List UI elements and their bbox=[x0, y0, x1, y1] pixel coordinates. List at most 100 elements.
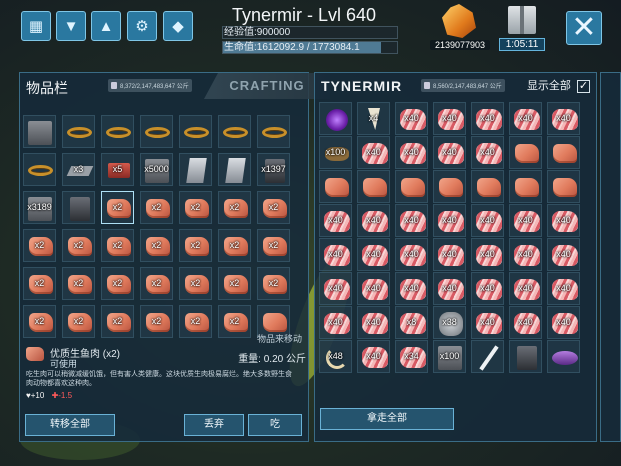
inventory-slot[interactable]: x40 bbox=[357, 306, 390, 339]
inventory-slot[interactable]: x40 bbox=[471, 136, 504, 169]
tab-crafting[interactable]: CRAFTING bbox=[204, 73, 330, 99]
inventory-slot[interactable] bbox=[101, 115, 134, 148]
inventory-slot[interactable] bbox=[509, 170, 542, 203]
inventory-slot[interactable]: x2 bbox=[140, 305, 173, 338]
inventory-slot[interactable]: x48 bbox=[319, 340, 352, 373]
inventory-slot[interactable]: x2 bbox=[62, 267, 95, 300]
inventory-slot[interactable] bbox=[62, 191, 95, 224]
inventory-slot[interactable]: x40 bbox=[433, 102, 466, 135]
inventory-slot[interactable]: x2 bbox=[62, 305, 95, 338]
inventory-slot[interactable] bbox=[547, 170, 580, 203]
inventory-slot[interactable]: x2 bbox=[218, 305, 251, 338]
inventory-slot[interactable] bbox=[471, 170, 504, 203]
inventory-slot[interactable]: x1397 bbox=[257, 153, 290, 186]
backpack-icon[interactable]: ▦ bbox=[21, 11, 51, 41]
inventory-slot[interactable]: x2 bbox=[23, 229, 56, 262]
inventory-slot[interactable]: x40 bbox=[547, 238, 580, 271]
inventory-slot[interactable]: x34 bbox=[395, 340, 428, 373]
inventory-slot[interactable] bbox=[140, 115, 173, 148]
inventory-slot[interactable]: x40 bbox=[471, 272, 504, 305]
gift-reward[interactable]: 1:05:11 bbox=[499, 4, 545, 54]
inventory-slot[interactable]: x40 bbox=[357, 238, 390, 271]
inventory-slot[interactable]: x2 bbox=[179, 305, 212, 338]
inventory-slot[interactable] bbox=[547, 340, 580, 373]
inventory-slot[interactable] bbox=[471, 340, 504, 373]
inventory-slot[interactable] bbox=[547, 136, 580, 169]
inventory-slot[interactable]: x40 bbox=[509, 102, 542, 135]
inventory-slot[interactable]: x40 bbox=[395, 136, 428, 169]
inventory-slot[interactable] bbox=[357, 170, 390, 203]
inventory-slot[interactable]: x40 bbox=[433, 272, 466, 305]
inventory-slot[interactable]: x40 bbox=[357, 204, 390, 237]
inventory-slot[interactable]: x2 bbox=[179, 267, 212, 300]
show-all-toggle[interactable]: 显示全部 ✓ bbox=[527, 77, 590, 93]
inventory-slot[interactable]: x100 bbox=[433, 340, 466, 373]
inventory-slot[interactable]: x2 bbox=[140, 267, 173, 300]
inventory-slot[interactable]: x40 bbox=[471, 238, 504, 271]
inventory-slot[interactable]: x40 bbox=[471, 102, 504, 135]
inventory-slot[interactable]: x2 bbox=[140, 191, 173, 224]
inventory-slot[interactable]: x40 bbox=[547, 204, 580, 237]
inventory-slot[interactable]: x2 bbox=[179, 229, 212, 262]
inventory-slot[interactable]: x40 bbox=[471, 306, 504, 339]
inventory-slot[interactable]: x40 bbox=[395, 204, 428, 237]
inventory-slot[interactable] bbox=[218, 115, 251, 148]
close-button[interactable]: ✕ bbox=[566, 11, 602, 45]
inventory-slot[interactable]: x2 bbox=[257, 191, 290, 224]
inventory-slot[interactable]: x40 bbox=[319, 238, 352, 271]
dino-herd-icon[interactable]: ▲ bbox=[91, 11, 121, 41]
inventory-slot[interactable]: x2 bbox=[140, 229, 173, 262]
inventory-slot[interactable] bbox=[319, 102, 352, 135]
inventory-slot[interactable]: x5000 bbox=[140, 153, 173, 186]
inventory-slot[interactable]: x40 bbox=[471, 204, 504, 237]
inventory-slot[interactable]: x2 bbox=[23, 305, 56, 338]
inventory-slot[interactable]: x2 bbox=[218, 229, 251, 262]
inventory-slot[interactable]: x40 bbox=[509, 306, 542, 339]
show-all-checkbox[interactable]: ✓ bbox=[577, 79, 590, 93]
inventory-slot[interactable] bbox=[395, 170, 428, 203]
eat-button[interactable]: 吃 bbox=[248, 414, 302, 436]
inventory-slot[interactable] bbox=[509, 136, 542, 169]
inventory-slot[interactable]: x40 bbox=[547, 272, 580, 305]
inventory-slot[interactable]: x40 bbox=[547, 306, 580, 339]
inventory-slot[interactable]: x2 bbox=[218, 267, 251, 300]
inventory-slot[interactable] bbox=[509, 340, 542, 373]
inventory-slot[interactable]: x2 bbox=[23, 267, 56, 300]
inventory-slot[interactable]: x2 bbox=[62, 229, 95, 262]
inventory-slot[interactable]: x40 bbox=[395, 238, 428, 271]
inventory-slot[interactable]: x3 bbox=[62, 153, 95, 186]
inventory-slot[interactable] bbox=[218, 153, 251, 186]
take-all-button[interactable]: 拿走全部 bbox=[320, 408, 454, 430]
inventory-slot[interactable] bbox=[179, 115, 212, 148]
inventory-slot[interactable]: x40 bbox=[395, 102, 428, 135]
crystal-icon[interactable]: ◆ bbox=[163, 11, 193, 41]
inventory-slot[interactable]: x2 bbox=[101, 191, 134, 224]
inventory-slot[interactable]: x2 bbox=[101, 267, 134, 300]
inventory-slot[interactable]: x8 bbox=[395, 306, 428, 339]
engram-icon[interactable]: ⚙ bbox=[127, 11, 157, 41]
inventory-slot[interactable]: x40 bbox=[433, 238, 466, 271]
drop-button[interactable]: 丢弃 bbox=[184, 414, 244, 436]
inventory-slot[interactable]: x40 bbox=[319, 204, 352, 237]
inventory-slot[interactable]: x2 bbox=[218, 191, 251, 224]
inventory-slot[interactable]: x38 bbox=[433, 306, 466, 339]
inventory-slot[interactable]: x2 bbox=[101, 305, 134, 338]
inventory-slot[interactable]: x2 bbox=[101, 229, 134, 262]
inventory-slot[interactable] bbox=[319, 170, 352, 203]
inventory-slot[interactable]: x40 bbox=[357, 272, 390, 305]
inventory-slot[interactable]: x40 bbox=[433, 204, 466, 237]
inventory-slot[interactable]: x4 bbox=[357, 102, 390, 135]
inventory-slot[interactable] bbox=[179, 153, 212, 186]
inventory-slot[interactable]: x3189 bbox=[23, 191, 56, 224]
inventory-slot[interactable]: x2 bbox=[179, 191, 212, 224]
inventory-slot[interactable]: x40 bbox=[357, 340, 390, 373]
inventory-slot[interactable]: x40 bbox=[509, 238, 542, 271]
inventory-slot[interactable]: x5 bbox=[101, 153, 134, 186]
inventory-slot[interactable] bbox=[23, 153, 56, 186]
transfer-all-button[interactable]: 转移全部 bbox=[25, 414, 115, 436]
inventory-slot[interactable]: x100 bbox=[319, 136, 352, 169]
inventory-slot[interactable]: x40 bbox=[509, 272, 542, 305]
inventory-slot[interactable] bbox=[257, 115, 290, 148]
inventory-slot[interactable]: x2 bbox=[257, 267, 290, 300]
inventory-slot[interactable]: x40 bbox=[395, 272, 428, 305]
